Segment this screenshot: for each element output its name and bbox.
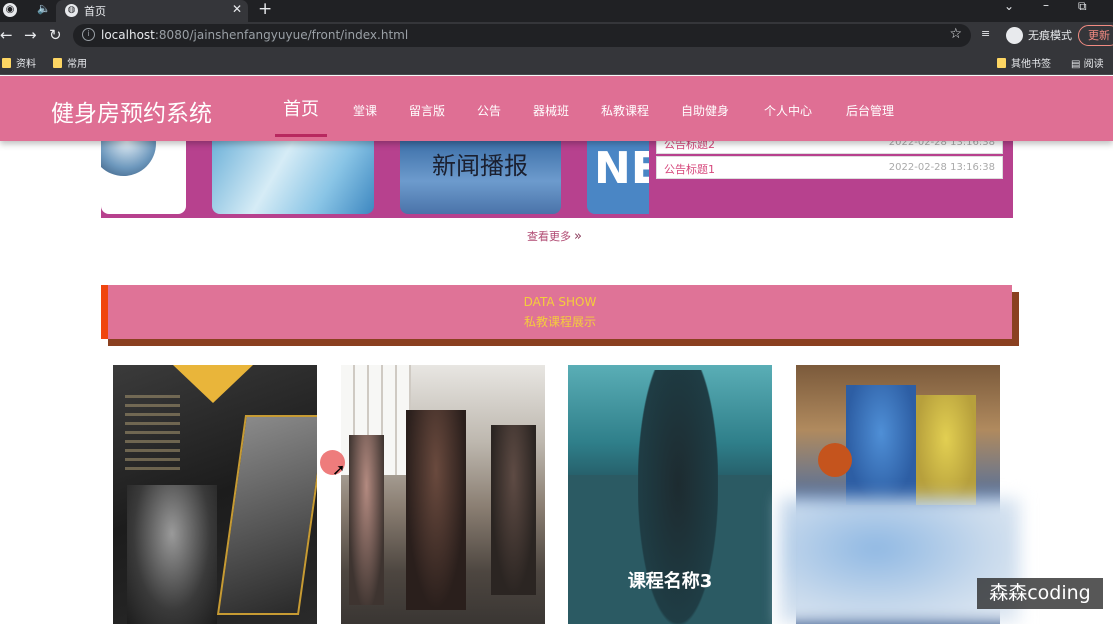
nav-admin[interactable]: 后台管理 [846, 102, 894, 119]
nav-private-course[interactable]: 私教课程 [601, 102, 649, 119]
view-more-label: 查看更多 [527, 230, 571, 243]
course-card-3[interactable]: 课程名称3 [568, 365, 772, 624]
notice-item-1[interactable]: 公告标题1 2022-02-28 13:16:38 [656, 156, 1003, 179]
bookmark-folder-other[interactable]: 其他书签 [997, 55, 1051, 70]
news-carousel[interactable]: 新闻播报 NE [101, 141, 649, 218]
restore-icon[interactable]: ⧉ [1078, 0, 1087, 14]
basketball-image [818, 443, 852, 477]
folder-icon [997, 58, 1006, 68]
incognito-avatar-icon[interactable] [1006, 27, 1023, 44]
bookmark-folder-1[interactable]: 资料 [2, 55, 36, 70]
carousel-slide-2[interactable] [212, 141, 374, 214]
player-figure [916, 395, 976, 505]
watermark: 森森coding [977, 578, 1103, 609]
address-bar-row: ← → ↻ i localhost:8080/jainshenfangyuyue… [0, 22, 1113, 49]
nav-active-indicator [275, 134, 327, 137]
carousel-slide-4[interactable]: NE [587, 141, 649, 214]
player-figure [846, 385, 916, 505]
notice-title: 公告标题1 [664, 163, 715, 176]
carousel-slide-1[interactable] [101, 141, 186, 214]
folder-icon [53, 58, 62, 68]
view-more-link[interactable]: 查看更多» [527, 228, 582, 244]
carousel-slide-3[interactable]: 新闻播报 [400, 141, 561, 214]
nav-home[interactable]: 首页 [283, 95, 319, 121]
nav-lesson[interactable]: 堂课 [353, 102, 377, 119]
tab-title: 首页 [84, 5, 106, 18]
trainer-figure [406, 410, 466, 610]
tab-close-button[interactable]: ✕ [232, 2, 242, 16]
tab-search-icon[interactable]: ⌄ [1004, 0, 1014, 13]
back-icon[interactable]: ← [0, 26, 13, 44]
nav-message-board[interactable]: 留言版 [409, 102, 445, 119]
screen: { "browser": { "tab_title": "首页", "new_t… [0, 0, 1113, 624]
bookmark-label: 资料 [16, 59, 36, 70]
mouse-cursor-icon: ➚ [332, 460, 346, 479]
bookmark-label: 阅读 [1083, 59, 1104, 70]
course-card-2[interactable] [341, 365, 545, 624]
slide-caption: 新闻播报 [432, 152, 528, 180]
course-title: 课程名称3 [627, 571, 713, 592]
notice-panel: 公告标题2 2022-02-28 13:16:38 公告标题1 2022-02-… [649, 131, 1013, 218]
notice-date: 2022-02-28 13:16:38 [888, 162, 995, 173]
globe-image [101, 141, 156, 176]
nav-self-fitness[interactable]: 自助健身 [681, 102, 729, 119]
forward-icon[interactable]: → [24, 26, 37, 44]
site-info-icon[interactable]: i [82, 28, 95, 41]
nav-equipment[interactable]: 器械班 [533, 102, 569, 119]
reading-icon: ▤ [1071, 59, 1084, 70]
bookmark-folder-2[interactable]: 常用 [53, 55, 87, 70]
section-title-cn: 私教课程展示 [523, 315, 596, 329]
section-title-en: DATA SHOW [523, 295, 597, 309]
bookmarks-bar: 资料 常用 其他书签 ▤ 阅读 [0, 49, 1113, 75]
audio-icon[interactable]: 🔈 [37, 2, 51, 15]
bookmark-label: 常用 [67, 59, 87, 70]
folder-icon [2, 58, 11, 68]
nav-personal-center[interactable]: 个人中心 [764, 102, 812, 119]
trainee-figure [349, 435, 384, 605]
site-logo[interactable]: 健身房预约系统 [51, 94, 212, 128]
reading-list-icon[interactable]: ≡ [981, 27, 990, 40]
poster-panel [216, 415, 317, 615]
bookmark-label: 其他书签 [1011, 59, 1051, 70]
url-path: :8080/jainshenfangyuyue/front/index.html [154, 28, 409, 42]
athlete-photo [127, 485, 217, 624]
update-button[interactable]: 更新 [1078, 25, 1113, 46]
trainee-figure [491, 425, 536, 595]
browser-tab-icon[interactable]: ◉ [3, 3, 17, 17]
incognito-label[interactable]: 无痕模式 [1028, 27, 1072, 43]
site-header: 健身房预约系统 首页 堂课 留言版 公告 器械班 私教课程 自助健身 个人中心 … [0, 76, 1113, 141]
url-input[interactable]: i localhost:8080/jainshenfangyuyue/front… [73, 24, 971, 47]
bookmark-star-icon[interactable]: ☆ [949, 26, 962, 42]
decor-triangle [173, 365, 253, 403]
double-chevron-right-icon: » [574, 229, 582, 244]
reading-mode-button[interactable]: ▤ 阅读 [1071, 55, 1104, 70]
browser-tabbar: ◉ 🔈 ◍ 首页 ✕ + ⌄ – ⧉ [0, 0, 1113, 22]
poster-text-lines [125, 395, 180, 476]
course-card-1[interactable] [113, 365, 317, 624]
section-banner: DATA SHOW 私教课程展示 [101, 285, 1012, 339]
globe-icon: ◍ [65, 4, 78, 17]
url-text: localhost:8080/jainshenfangyuyue/front/i… [101, 28, 408, 42]
nav-notice[interactable]: 公告 [477, 102, 501, 119]
browser-tab-home[interactable]: ◍ 首页 ✕ [56, 0, 248, 22]
new-tab-button[interactable]: + [258, 0, 272, 19]
slide-caption: NE [594, 143, 649, 194]
reload-icon[interactable]: ↻ [49, 26, 62, 44]
minimize-icon[interactable]: – [1043, 0, 1049, 12]
url-host: localhost [101, 28, 155, 42]
